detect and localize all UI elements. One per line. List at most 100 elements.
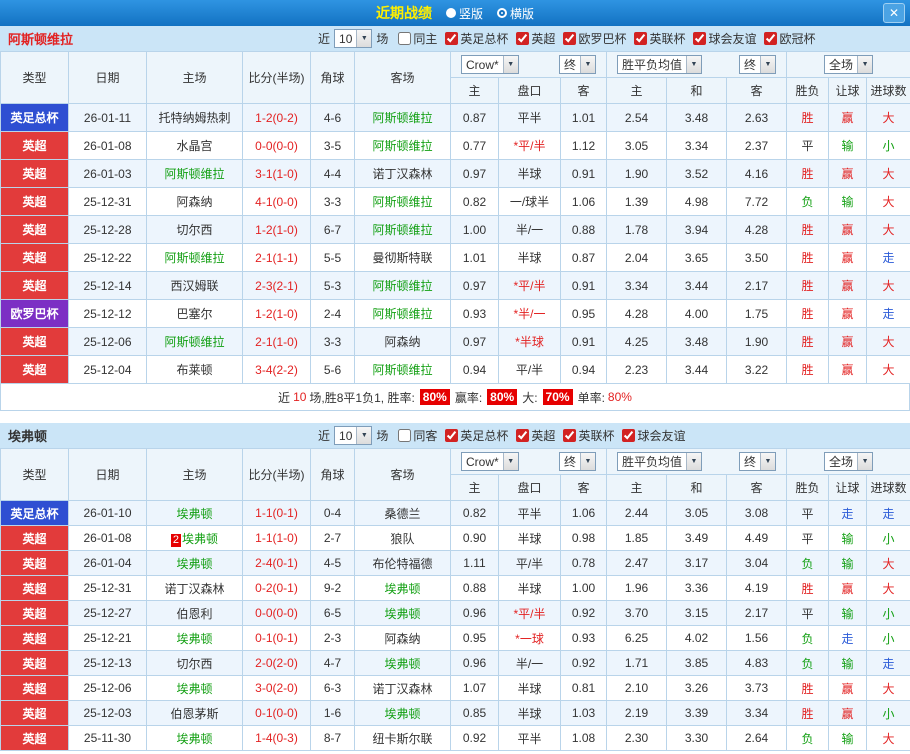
ah-away-odds-cell: 0.92 (560, 600, 607, 626)
final-eu-select[interactable]: 终 ▼ (739, 55, 777, 74)
eu-home-odds-cell: 1.78 (606, 215, 667, 244)
col-result-wdl: 胜负 (786, 474, 830, 501)
league-checkbox-input[interactable] (634, 32, 648, 45)
league-filter-checkbox[interactable]: 英足总杯 (445, 30, 508, 47)
match-date-cell: 26-01-08 (68, 525, 147, 551)
match-count-select[interactable]: 10 ▼ (334, 426, 373, 445)
league-checkbox-input[interactable] (445, 32, 459, 45)
col-ah-away: 客 (560, 474, 607, 501)
score-cell: 1-2(1-0) (242, 215, 311, 244)
corner-cell: 3-3 (310, 327, 355, 356)
league-checkbox-input[interactable] (563, 429, 577, 442)
wdl-average-select[interactable]: 胜平负均值 ▼ (617, 55, 703, 74)
radio-icon (497, 8, 507, 18)
wdl-average-select[interactable]: 胜平负均值 ▼ (617, 452, 703, 471)
league-filter-checkbox[interactable]: 球会友谊 (622, 427, 685, 444)
match-date-cell: 25-12-22 (68, 243, 147, 272)
away-team-cell: 阿斯顿维拉 (354, 299, 451, 328)
match-type-cell: 英超 (0, 575, 69, 601)
league-filter-checkbox[interactable]: 英超 (516, 427, 555, 444)
result-wdl-cell: 胜 (786, 243, 830, 272)
league-filter-checkbox[interactable]: 球会友谊 (693, 30, 756, 47)
team-name-villa: 阿斯顿维拉 (8, 32, 74, 47)
match-type-cell: 英超 (0, 675, 69, 701)
final-ah-select[interactable]: 终 ▼ (558, 55, 596, 74)
league-checkbox-input[interactable] (516, 429, 530, 442)
match-row: 英超 25-12-04 布莱顿 3-4(2-2) 5-6 阿斯顿维拉 0.94 … (0, 355, 910, 384)
col-type: 类型 (0, 51, 69, 104)
ah-away-odds-cell: 0.94 (560, 355, 607, 384)
ah-home-odds-cell: 0.97 (450, 159, 499, 188)
result-goals-cell: 大 (866, 103, 910, 132)
away-team-cell: 布伦特福德 (354, 550, 451, 576)
away-team-cell: 纽卡斯尔联 (354, 725, 451, 751)
bookmaker-select[interactable]: Crow* ▼ (461, 55, 519, 74)
chevron-down-icon: ▼ (686, 453, 702, 470)
league-checkbox-input[interactable] (563, 32, 577, 45)
league-filter-checkbox[interactable]: 同客 (398, 427, 437, 444)
match-count-select[interactable]: 10 ▼ (334, 29, 373, 48)
league-checkbox-input[interactable] (445, 429, 459, 442)
scope-select[interactable]: 全场 ▼ (824, 55, 874, 74)
col-eu-away: 客 (725, 474, 788, 501)
result-handicap-cell: 输 (828, 650, 868, 676)
ah-home-odds-cell: 0.82 (450, 500, 499, 526)
match-row: 英超 25-12-06 埃弗顿 3-0(2-0) 6-3 诺丁汉森林 1.07 … (0, 675, 910, 701)
col-type: 类型 (0, 448, 69, 501)
close-button[interactable]: ✕ (883, 3, 905, 23)
bookmaker-select[interactable]: Crow* ▼ (461, 452, 519, 471)
eu-away-odds-cell: 7.72 (725, 187, 788, 216)
league-filter-checkbox[interactable]: 英足总杯 (445, 427, 508, 444)
home-team-cell: 埃弗顿 (146, 625, 243, 651)
league-filter-checkbox[interactable]: 英联杯 (634, 30, 685, 47)
near-label: 近 (318, 429, 331, 443)
match-date-cell: 25-12-27 (68, 600, 147, 626)
ah-line-cell: *平/半 (498, 600, 561, 626)
layout-radio-vertical[interactable]: 竖版 (445, 5, 483, 22)
match-type-cell: 英超 (0, 131, 69, 160)
league-checkbox-input[interactable] (764, 32, 778, 45)
league-filter-checkbox[interactable]: 同主 (398, 30, 437, 47)
league-checkbox-label: 球会友谊 (637, 429, 686, 443)
red-card-badge: 2 (170, 533, 182, 547)
ah-away-odds-cell: 0.95 (560, 299, 607, 328)
home-team-cell: 阿斯顿维拉 (146, 159, 243, 188)
league-filter-checkbox[interactable]: 英联杯 (563, 427, 614, 444)
league-checkbox-input[interactable] (622, 429, 636, 442)
result-handicap-cell: 输 (828, 187, 868, 216)
col-eu-home: 主 (606, 474, 667, 501)
scope-select[interactable]: 全场 ▼ (824, 452, 874, 471)
score-cell: 1-4(0-3) (242, 725, 311, 751)
corner-cell: 4-5 (310, 550, 355, 576)
final-eu-select[interactable]: 终 ▼ (739, 452, 777, 471)
match-date-cell: 25-12-13 (68, 650, 147, 676)
league-checkbox-label: 英超 (531, 429, 556, 443)
ah-home-odds-cell: 1.11 (450, 550, 499, 576)
league-checkbox-input[interactable] (693, 32, 707, 45)
league-filter-checkbox[interactable]: 欧冠杯 (764, 30, 816, 47)
match-type-cell: 英超 (0, 355, 69, 384)
league-filter-checkbox[interactable]: 英超 (516, 30, 555, 47)
eu-away-odds-cell: 2.37 (725, 131, 788, 160)
chevron-down-icon: ▼ (502, 453, 518, 470)
league-checkbox-input[interactable] (398, 429, 412, 442)
eu-draw-odds-cell: 3.48 (666, 103, 727, 132)
header-group-row: 类型 日期 主场 比分(半场) 角球 客场 Crow* ▼ 终 ▼ 胜平负均值 … (0, 51, 910, 104)
result-wdl-cell: 负 (786, 550, 830, 576)
titlebar: 近期战绩 竖版 横版 ✕ (0, 0, 910, 26)
league-checkbox-input[interactable] (398, 32, 412, 45)
final-ah-select[interactable]: 终 ▼ (558, 452, 596, 471)
home-team-cell: 埃弗顿 (146, 550, 243, 576)
eu-draw-odds-cell: 3.39 (666, 700, 727, 726)
match-type-cell: 英超 (0, 327, 69, 356)
match-type-cell: 英超 (0, 725, 69, 751)
asian-handicap-group: Crow* ▼ 终 ▼ (450, 51, 607, 78)
ah-line-cell: 平半 (498, 103, 561, 132)
eu-draw-odds-cell: 3.65 (666, 243, 727, 272)
away-team-cell: 阿森纳 (354, 625, 451, 651)
ah-line-cell: 半球 (498, 159, 561, 188)
league-filter-checkbox[interactable]: 欧罗巴杯 (563, 30, 626, 47)
league-checkbox-input[interactable] (516, 32, 530, 45)
ah-home-odds-cell: 1.07 (450, 675, 499, 701)
layout-radio-horizontal[interactable]: 横版 (497, 5, 534, 22)
